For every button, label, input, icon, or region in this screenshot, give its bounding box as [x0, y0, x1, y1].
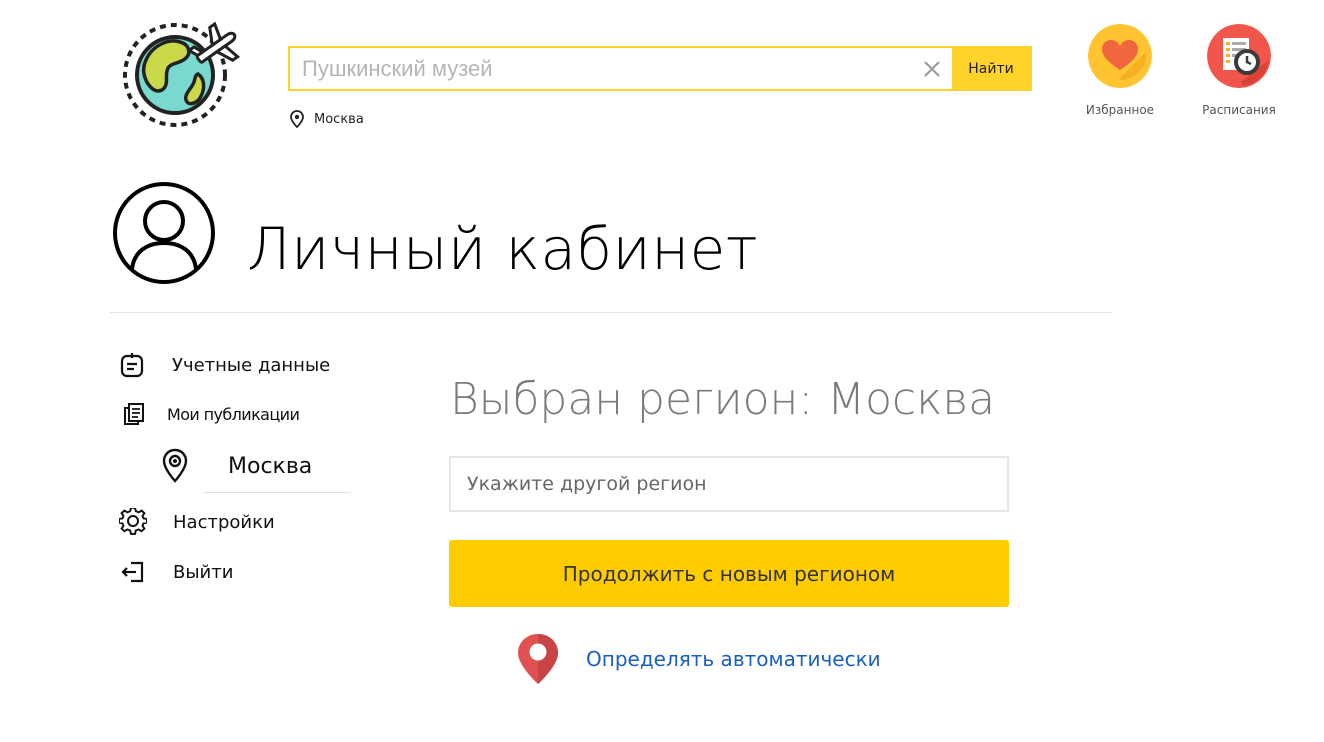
site-logo[interactable]	[118, 18, 242, 130]
sidebar-item-publications[interactable]: Мои публикации	[123, 402, 300, 426]
region-underline	[203, 492, 351, 493]
header-divider	[110, 312, 1112, 313]
search-box: Найти	[288, 46, 1032, 91]
sidebar-item-account[interactable]: Учетные данные	[120, 352, 330, 378]
favorites-label: Избранное	[1085, 103, 1155, 117]
current-city-label: Москва	[314, 111, 364, 127]
auto-detect-link[interactable]: Определять автоматически	[516, 632, 881, 686]
region-input[interactable]	[449, 456, 1009, 512]
globe-airplane-icon	[123, 21, 241, 127]
sidebar-item-label: Москва	[228, 453, 313, 479]
clear-search-button[interactable]	[912, 48, 952, 89]
logout-icon	[121, 561, 144, 583]
sidebar-item-label: Учетные данные	[172, 354, 331, 376]
page-title: Личный кабинет	[247, 215, 759, 283]
auto-detect-label: Определять автоматически	[586, 647, 881, 671]
heart-icon	[1088, 24, 1152, 88]
sidebar-item-label: Мои публикации	[167, 404, 300, 424]
sidebar-item-label: Выйти	[173, 561, 234, 583]
sidebar-item-logout[interactable]: Выйти	[121, 560, 233, 584]
region-heading: Выбран регион: Москва	[450, 374, 996, 425]
sidebar-item-settings[interactable]: Настройки	[119, 508, 275, 536]
continue-button[interactable]: Продолжить с новым регионом	[449, 540, 1009, 607]
gear-icon	[119, 508, 147, 535]
schedule-icon	[1207, 24, 1271, 88]
sidebar-item-region[interactable]: Москва	[162, 448, 312, 484]
close-icon	[924, 60, 940, 77]
map-marker-icon	[518, 634, 558, 684]
documents-icon	[124, 403, 144, 425]
search-button[interactable]: Найти	[952, 48, 1030, 89]
schedules-label: Расписания	[1202, 103, 1276, 117]
schedules-link[interactable]: Расписания	[1194, 24, 1284, 117]
location-pin-icon	[290, 110, 304, 128]
user-icon	[113, 182, 215, 284]
avatar	[112, 181, 216, 285]
current-city[interactable]: Москва	[290, 110, 364, 128]
location-pin-icon	[162, 448, 188, 483]
sidebar-item-label: Настройки	[173, 511, 275, 533]
favorites-link[interactable]: Избранное	[1080, 24, 1160, 117]
search-input[interactable]	[290, 48, 912, 89]
id-card-icon	[120, 353, 144, 378]
